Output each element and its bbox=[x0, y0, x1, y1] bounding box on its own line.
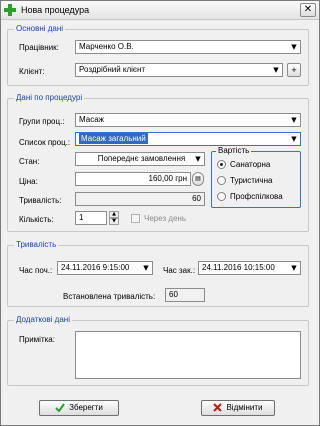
end-time-picker[interactable]: 24.11.2016 10:15:00 ▼ bbox=[198, 261, 301, 275]
note-label: Примітка: bbox=[19, 335, 55, 344]
client-value: Роздрібний клієнт bbox=[79, 65, 146, 74]
employee-value: Марченко О.В. bbox=[79, 42, 134, 51]
per-day-checkbox[interactable] bbox=[131, 214, 140, 223]
end-time-value: 24.11.2016 10:15:00 bbox=[202, 263, 275, 272]
procedure-list-label: Список проц.: bbox=[19, 138, 71, 147]
cancel-button-label: Відмінити bbox=[226, 403, 263, 412]
chevron-down-icon: ▼ bbox=[291, 116, 297, 124]
chevron-down-icon: ▼ bbox=[291, 264, 297, 272]
chevron-down-icon: ▼ bbox=[291, 43, 297, 51]
procedure-group-value: Масаж bbox=[79, 115, 105, 124]
main-data-group: Основні дані bbox=[7, 24, 309, 86]
chevron-down-icon: ▼ bbox=[273, 66, 279, 74]
check-icon bbox=[55, 403, 65, 413]
radio-icon[interactable] bbox=[217, 192, 226, 201]
window-title: Нова процедура bbox=[21, 5, 90, 15]
plus-icon bbox=[4, 4, 16, 16]
chevron-up-icon[interactable]: ▲ bbox=[109, 211, 119, 218]
chevron-down-icon: ▼ bbox=[143, 264, 149, 272]
main-data-title: Основні дані bbox=[14, 24, 66, 34]
start-time-label: Час поч.: bbox=[19, 266, 53, 275]
procedure-list-select[interactable]: Масаж загальний ▼ bbox=[75, 132, 301, 146]
price-label: Ціна: bbox=[19, 177, 38, 186]
note-textarea[interactable] bbox=[75, 331, 301, 379]
state-label: Стан: bbox=[19, 157, 40, 166]
duration-field: 60 bbox=[75, 192, 205, 206]
procedure-group-label: Групи проц.: bbox=[19, 117, 65, 126]
quantity-label: Кількість: bbox=[19, 215, 54, 224]
duration-label: Тривалість: bbox=[19, 196, 62, 205]
start-time-value: 24.11.2016 9:15:00 bbox=[61, 263, 130, 272]
state-select[interactable]: Попереднє замовлення ▼ bbox=[75, 152, 205, 166]
close-button[interactable]: ✕ bbox=[300, 3, 316, 17]
cancel-button[interactable]: Відмінити bbox=[201, 400, 275, 416]
start-time-picker[interactable]: 24.11.2016 9:15:00 ▼ bbox=[57, 261, 153, 275]
duration-title: Тривалість bbox=[14, 240, 59, 250]
price-input[interactable]: 160,00 грн bbox=[75, 172, 191, 186]
title-bar: Нова процедура ✕ bbox=[1, 1, 319, 20]
procedure-title: Дані по процедурі bbox=[14, 93, 85, 103]
calculator-icon[interactable]: ▤ bbox=[192, 172, 204, 186]
per-day-label: Через день bbox=[144, 214, 187, 223]
cost-option-label: Туристична bbox=[230, 176, 273, 185]
cost-option-label: Профспілкова bbox=[230, 192, 283, 201]
procedure-group-select[interactable]: Масаж ▼ bbox=[75, 113, 301, 127]
client-label: Клієнт: bbox=[19, 67, 45, 76]
client-select[interactable]: Роздрібний клієнт ▼ bbox=[75, 63, 283, 77]
cross-icon bbox=[213, 403, 223, 413]
end-time-label: Час зак.: bbox=[163, 266, 196, 275]
employee-label: Працівник: bbox=[19, 43, 59, 52]
state-value: Попереднє замовлення bbox=[97, 154, 186, 163]
radio-checked-icon[interactable] bbox=[217, 160, 226, 169]
cost-option-label: Санаторна bbox=[230, 160, 271, 169]
chevron-down-icon[interactable]: ▼ bbox=[109, 218, 119, 225]
extra-title: Додаткові дані bbox=[14, 315, 72, 325]
save-button-label: Зберегти bbox=[69, 403, 103, 412]
set-duration-label: Встановлена тривалість: bbox=[63, 292, 156, 301]
quantity-stepper[interactable]: ▲ ▼ bbox=[109, 211, 119, 225]
employee-select[interactable]: Марченко О.В. ▼ bbox=[75, 40, 301, 54]
dialog-window: Нова процедура ✕ Основні дані Працівник:… bbox=[0, 0, 320, 426]
add-client-button[interactable]: + bbox=[287, 63, 301, 77]
radio-icon[interactable] bbox=[217, 176, 226, 185]
chevron-down-icon: ▼ bbox=[195, 155, 201, 163]
save-button[interactable]: Зберегти bbox=[39, 400, 119, 416]
set-duration-field: 60 bbox=[165, 288, 205, 302]
duration-group: Тривалість bbox=[7, 240, 309, 307]
quantity-input[interactable]: 1 bbox=[75, 211, 107, 225]
chevron-down-icon: ▼ bbox=[291, 135, 297, 143]
procedure-list-value: Масаж загальний bbox=[79, 133, 148, 144]
cost-title: Вартість bbox=[216, 146, 252, 156]
